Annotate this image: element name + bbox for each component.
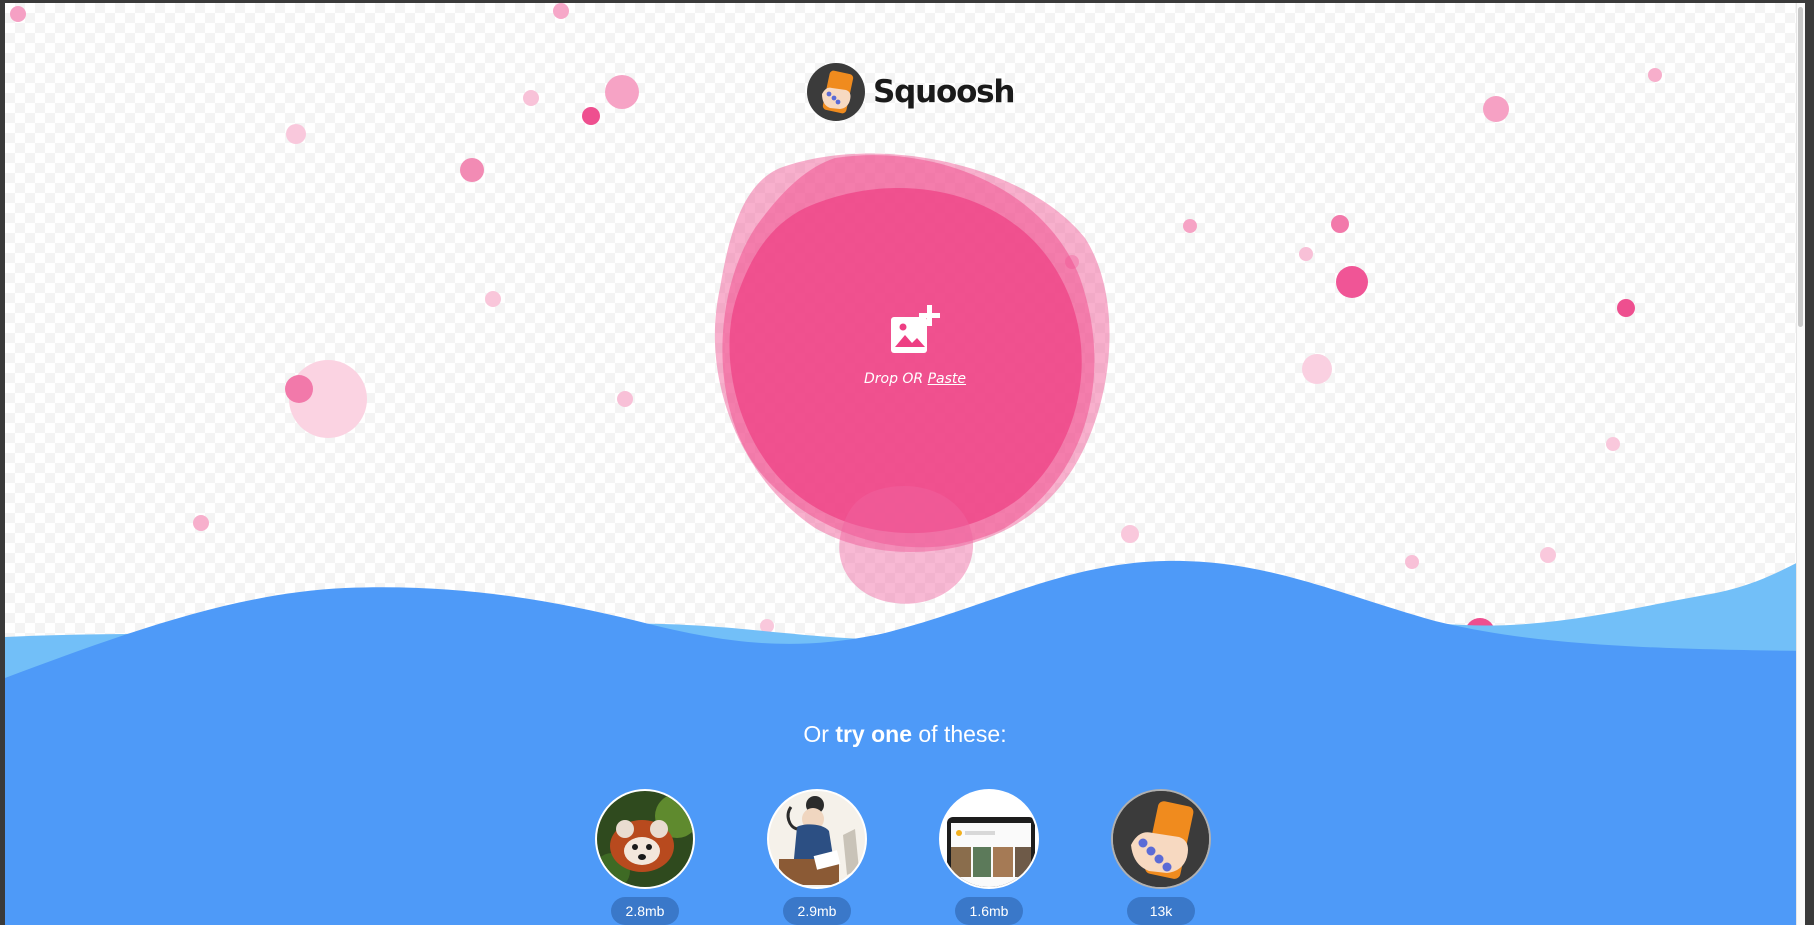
- demo-item-logo[interactable]: 13k: [1101, 789, 1221, 925]
- demo-item-device-screen[interactable]: 1.6mb: [929, 789, 1049, 925]
- demo-size-badge: 13k: [1127, 897, 1195, 925]
- demo-item-artwork[interactable]: 2.9mb: [757, 789, 877, 925]
- wave-background: [5, 559, 1805, 925]
- vertical-scrollbar[interactable]: [1796, 3, 1805, 925]
- demo-item-red-panda[interactable]: 2.8mb: [585, 789, 705, 925]
- demo-heading-bold: try one: [835, 721, 912, 747]
- squoosh-page: Squoosh Drop OR Paste Or try one of thes…: [5, 3, 1805, 925]
- scrollbar-thumb[interactable]: [1798, 7, 1803, 327]
- demo-heading-pre: Or: [803, 721, 836, 747]
- squoosh-logo-thumbnail[interactable]: [1111, 789, 1211, 889]
- artwork-thumbnail[interactable]: [767, 789, 867, 889]
- demo-size-badge: 1.6mb: [955, 897, 1023, 925]
- demo-heading: Or try one of these:: [5, 721, 1805, 748]
- demo-size-badge: 2.9mb: [783, 897, 851, 925]
- device-screen-thumbnail[interactable]: [939, 789, 1039, 889]
- red-panda-thumbnail[interactable]: [595, 789, 695, 889]
- demo-size-badge: 2.8mb: [611, 897, 679, 925]
- demo-heading-post: of these:: [912, 721, 1007, 747]
